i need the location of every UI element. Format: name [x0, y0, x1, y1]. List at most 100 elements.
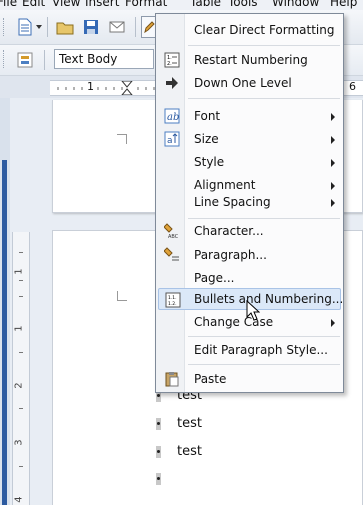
- svg-text:1.2.: 1.2.: [168, 301, 177, 307]
- menu-separator: [188, 218, 340, 219]
- menu-item-label: Page...: [194, 271, 235, 285]
- menu-separator: [188, 336, 340, 337]
- menu-edit[interactable]: Edit: [22, 0, 45, 9]
- vruler-mark: 1: [13, 325, 25, 332]
- text-boundary-corner: [117, 134, 127, 144]
- vruler-tick: [19, 296, 23, 297]
- chevron-down-icon[interactable]: [36, 25, 42, 30]
- paragraph-format-icon: [164, 247, 179, 261]
- menu-format[interactable]: Format: [125, 0, 167, 9]
- menu-item-label: Size: [194, 132, 219, 146]
- bullets-numbering-icon: 1.1.1.2.: [165, 292, 181, 308]
- ruler-mark: 6: [349, 80, 356, 93]
- menu-item-size[interactable]: a Size: [158, 128, 341, 150]
- menu-item-label: Font: [194, 109, 221, 123]
- list-item-text[interactable]: test: [177, 415, 202, 433]
- indent-marker-icon[interactable]: [121, 81, 133, 95]
- bullet-icon: [157, 477, 160, 480]
- edit-mode-button[interactable]: [141, 16, 155, 38]
- character-format-icon: ABC: [164, 223, 179, 239]
- pencil-icon: [144, 21, 155, 34]
- submenu-arrow-icon: [331, 159, 335, 167]
- menu-item-down-one-level[interactable]: Down One Level: [158, 72, 341, 94]
- submenu-arrow-icon: [331, 319, 335, 327]
- vruler-mark: 2: [13, 382, 25, 389]
- text-boundary-corner: [117, 291, 127, 301]
- menu-item-edit-paragraph-style[interactable]: Edit Paragraph Style...: [158, 339, 341, 361]
- vruler-tick: [19, 352, 23, 353]
- menu-item-paragraph[interactable]: Paragraph...: [158, 244, 341, 266]
- menu-help[interactable]: Help: [330, 0, 357, 9]
- vruler-mark: 3: [13, 439, 25, 446]
- toolbar-separator: [135, 17, 136, 37]
- menu-item-page[interactable]: Page...: [158, 267, 341, 289]
- menu-table[interactable]: Table: [190, 0, 221, 9]
- list-item[interactable]: test: [156, 443, 316, 461]
- menu-item-label: Down One Level: [194, 76, 292, 90]
- vruler-tick: [19, 466, 23, 467]
- window-accent-bar: [2, 160, 7, 505]
- bullet-icon: [157, 394, 160, 397]
- menu-item-label: Change Case: [194, 315, 274, 329]
- styles-and-formatting-icon[interactable]: [16, 51, 34, 69]
- font-size-icon: a: [164, 131, 180, 147]
- svg-text:ABC: ABC: [168, 234, 179, 239]
- restart-numbering-icon: 1.2.: [164, 52, 180, 68]
- submenu-arrow-icon: [331, 182, 335, 190]
- list-item-text[interactable]: test: [177, 443, 202, 461]
- menu-tools[interactable]: Tools: [228, 0, 258, 9]
- open-folder-icon[interactable]: [56, 18, 74, 36]
- menu-file[interactable]: File: [0, 0, 17, 9]
- menu-bar: File Edit View Insert Format Table Tools…: [0, 0, 363, 10]
- menu-item-paste[interactable]: Paste: [158, 368, 341, 390]
- font-icon: ab: [164, 108, 180, 124]
- list-item[interactable]: [156, 470, 316, 488]
- menu-item-label: Paste: [194, 372, 227, 386]
- menu-item-label: Paragraph...: [194, 248, 267, 262]
- menu-item-font[interactable]: ab Font: [158, 105, 341, 127]
- mouse-cursor-icon: [246, 300, 260, 321]
- menu-view[interactable]: View: [52, 0, 80, 9]
- menu-item-label: Alignment: [194, 178, 256, 192]
- menu-separator: [188, 45, 340, 46]
- menu-item-label: Character...: [194, 224, 264, 238]
- svg-text:ab: ab: [167, 112, 179, 123]
- svg-text:a: a: [167, 136, 173, 146]
- menu-item-line-spacing[interactable]: Line Spacing: [158, 191, 341, 213]
- submenu-arrow-icon: [331, 136, 335, 144]
- menu-item-label: Line Spacing: [194, 195, 271, 209]
- toolbar-separator: [47, 17, 48, 37]
- toolbar-grip[interactable]: [3, 18, 7, 36]
- menu-separator: [188, 98, 340, 99]
- arrow-right-icon: [166, 77, 178, 89]
- menu-item-label: Clear Direct Formatting: [194, 23, 335, 37]
- bullet-icon: [157, 450, 160, 453]
- paragraph-style-dropdown[interactable]: Text Body: [54, 49, 154, 69]
- vertical-ruler[interactable]: 1 1 2 3 4: [12, 232, 30, 505]
- toolbar-grip[interactable]: [3, 50, 7, 68]
- submenu-arrow-icon: [331, 113, 335, 121]
- menu-insert[interactable]: Insert: [85, 0, 119, 9]
- submenu-arrow-icon: [331, 199, 335, 207]
- vruler-tick: [19, 408, 23, 409]
- vruler-mark: 4: [13, 496, 25, 503]
- new-document-icon[interactable]: [16, 18, 34, 36]
- vruler-tick: [19, 252, 23, 253]
- vruler-tick: [19, 280, 23, 281]
- toolbar-separator: [44, 50, 45, 70]
- menu-item-label: Edit Paragraph Style...: [194, 343, 328, 357]
- menu-item-label: Bullets and Numbering...: [194, 292, 344, 306]
- menu-item-style[interactable]: Style: [158, 151, 341, 173]
- menu-item-clear-direct-formatting[interactable]: Clear Direct Formatting: [158, 19, 341, 41]
- save-icon[interactable]: [82, 18, 100, 36]
- bullet-icon: [157, 422, 160, 425]
- email-icon[interactable]: [108, 18, 126, 36]
- menu-window[interactable]: Window: [272, 0, 319, 9]
- menu-item-restart-numbering[interactable]: 1. 2. Restart Numbering: [158, 49, 341, 71]
- menu-item-character[interactable]: ABC Character...: [158, 220, 341, 242]
- context-menu: Clear Direct Formatting 1. 2. Restart Num…: [155, 13, 344, 393]
- list-item[interactable]: test: [156, 415, 316, 433]
- menu-item-label: Restart Numbering: [194, 53, 308, 67]
- menu-item-label: Style: [194, 155, 225, 169]
- vruler-mark: 1: [13, 268, 25, 275]
